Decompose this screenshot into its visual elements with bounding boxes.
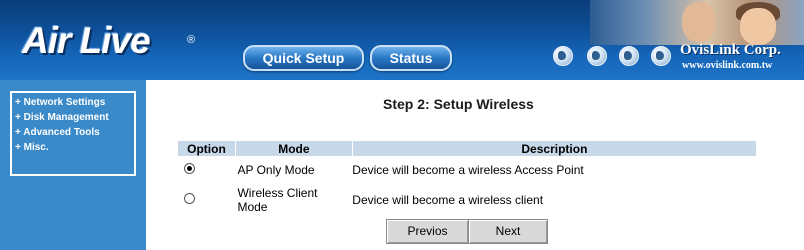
description-cell: Device will become a wireless Access Poi… bbox=[352, 162, 584, 177]
previous-button[interactable]: Previos bbox=[386, 219, 469, 244]
ap-only-mode-radio[interactable] bbox=[183, 162, 195, 174]
page-title: Step 2: Setup Wireless bbox=[383, 96, 534, 112]
airlive-logo: Air Live bbox=[22, 20, 151, 61]
sidebar-item-disk-management[interactable]: + Disk Management bbox=[15, 112, 109, 123]
header-photo bbox=[590, 0, 804, 45]
sidebar-item-advanced-tools[interactable]: + Advanced Tools bbox=[15, 127, 100, 138]
globe-icon bbox=[651, 46, 671, 66]
wireless-client-mode-radio[interactable] bbox=[183, 192, 195, 204]
globe-icon bbox=[587, 46, 607, 66]
table-row: AP Only Mode Device will become a wirele… bbox=[178, 157, 757, 183]
table-row: Wireless Client Mode Device will become … bbox=[178, 183, 757, 217]
quick-setup-button[interactable]: Quick Setup bbox=[243, 45, 364, 71]
sidebar-menu: + Network Settings + Disk Management + A… bbox=[10, 91, 136, 176]
company-website: www.ovislink.com.tw bbox=[682, 60, 773, 71]
globe-icon bbox=[553, 46, 573, 66]
option-cell bbox=[178, 157, 236, 183]
sidebar-item-misc[interactable]: + Misc. bbox=[15, 142, 49, 153]
company-name: OvisLink Corp. bbox=[680, 42, 781, 58]
mode-cell: AP Only Mode bbox=[237, 162, 315, 177]
column-header-option: Option bbox=[177, 140, 236, 157]
wireless-mode-table: Option Mode Description AP Only Mode Dev… bbox=[177, 140, 758, 217]
globe-icon bbox=[619, 46, 639, 66]
sidebar: + Network Settings + Disk Management + A… bbox=[0, 80, 146, 250]
photo-person bbox=[682, 2, 716, 42]
table-header-row: Option Mode Description bbox=[177, 140, 758, 157]
option-cell bbox=[178, 183, 236, 217]
header-banner: Air Live ® Quick Setup Status OvisLink C… bbox=[0, 0, 804, 80]
photo-person bbox=[740, 8, 776, 45]
mode-cell: Wireless Client Mode bbox=[237, 185, 318, 214]
column-header-mode: Mode bbox=[234, 140, 353, 157]
column-header-description: Description bbox=[351, 140, 758, 157]
sidebar-item-network-settings[interactable]: + Network Settings bbox=[15, 97, 105, 108]
status-button[interactable]: Status bbox=[370, 45, 452, 71]
description-cell: Device will become a wireless client bbox=[352, 192, 544, 207]
registered-mark: ® bbox=[187, 34, 196, 46]
next-button[interactable]: Next bbox=[468, 219, 548, 244]
